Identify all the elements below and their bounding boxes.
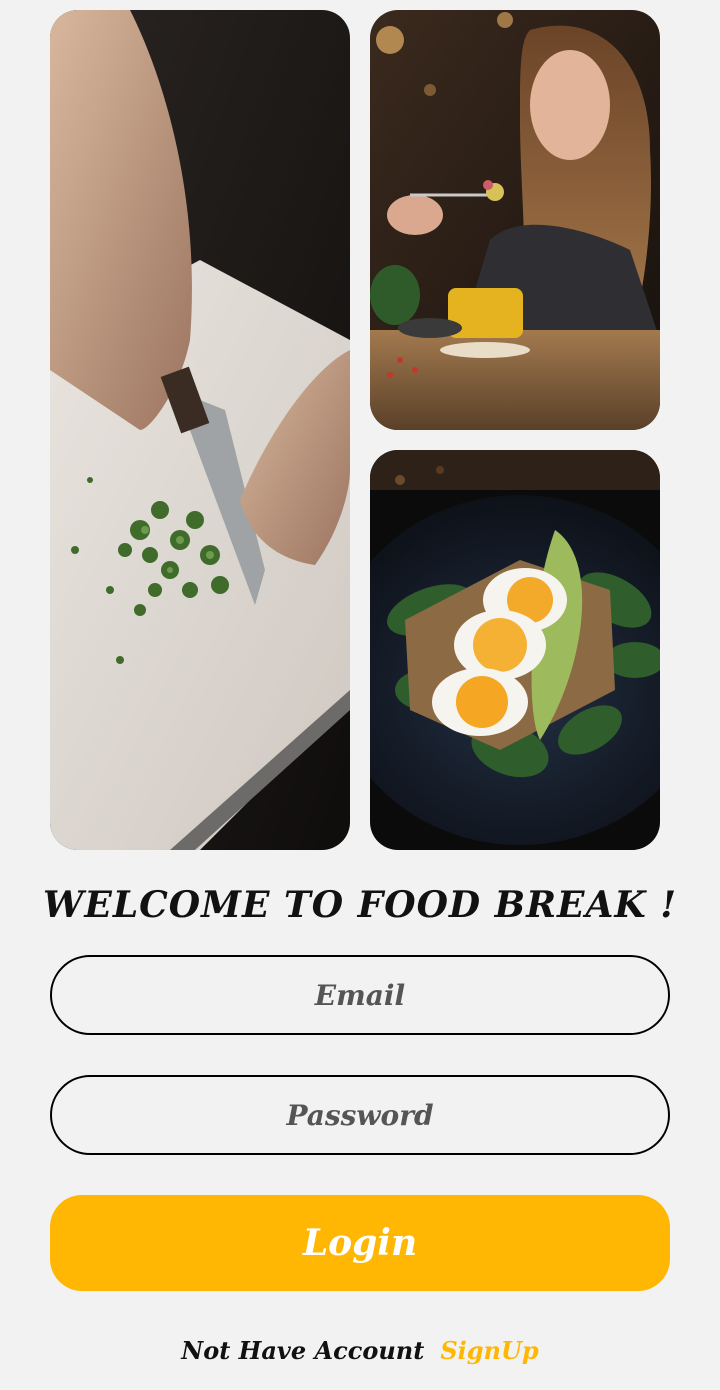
login-button[interactable]: Login [50, 1195, 670, 1291]
signup-link[interactable]: SignUp [440, 1336, 538, 1365]
chopping-vegetables-image [50, 10, 350, 850]
egg-toast-image [370, 450, 660, 850]
email-field[interactable] [50, 955, 670, 1035]
woman-eating-image [370, 10, 660, 430]
signup-prompt: Not Have Account SignUp [0, 1336, 720, 1365]
signup-question: Not Have Account [181, 1336, 425, 1365]
welcome-title: WELCOME TO FOOD BREAK ! [42, 884, 678, 926]
password-field[interactable] [50, 1075, 670, 1155]
